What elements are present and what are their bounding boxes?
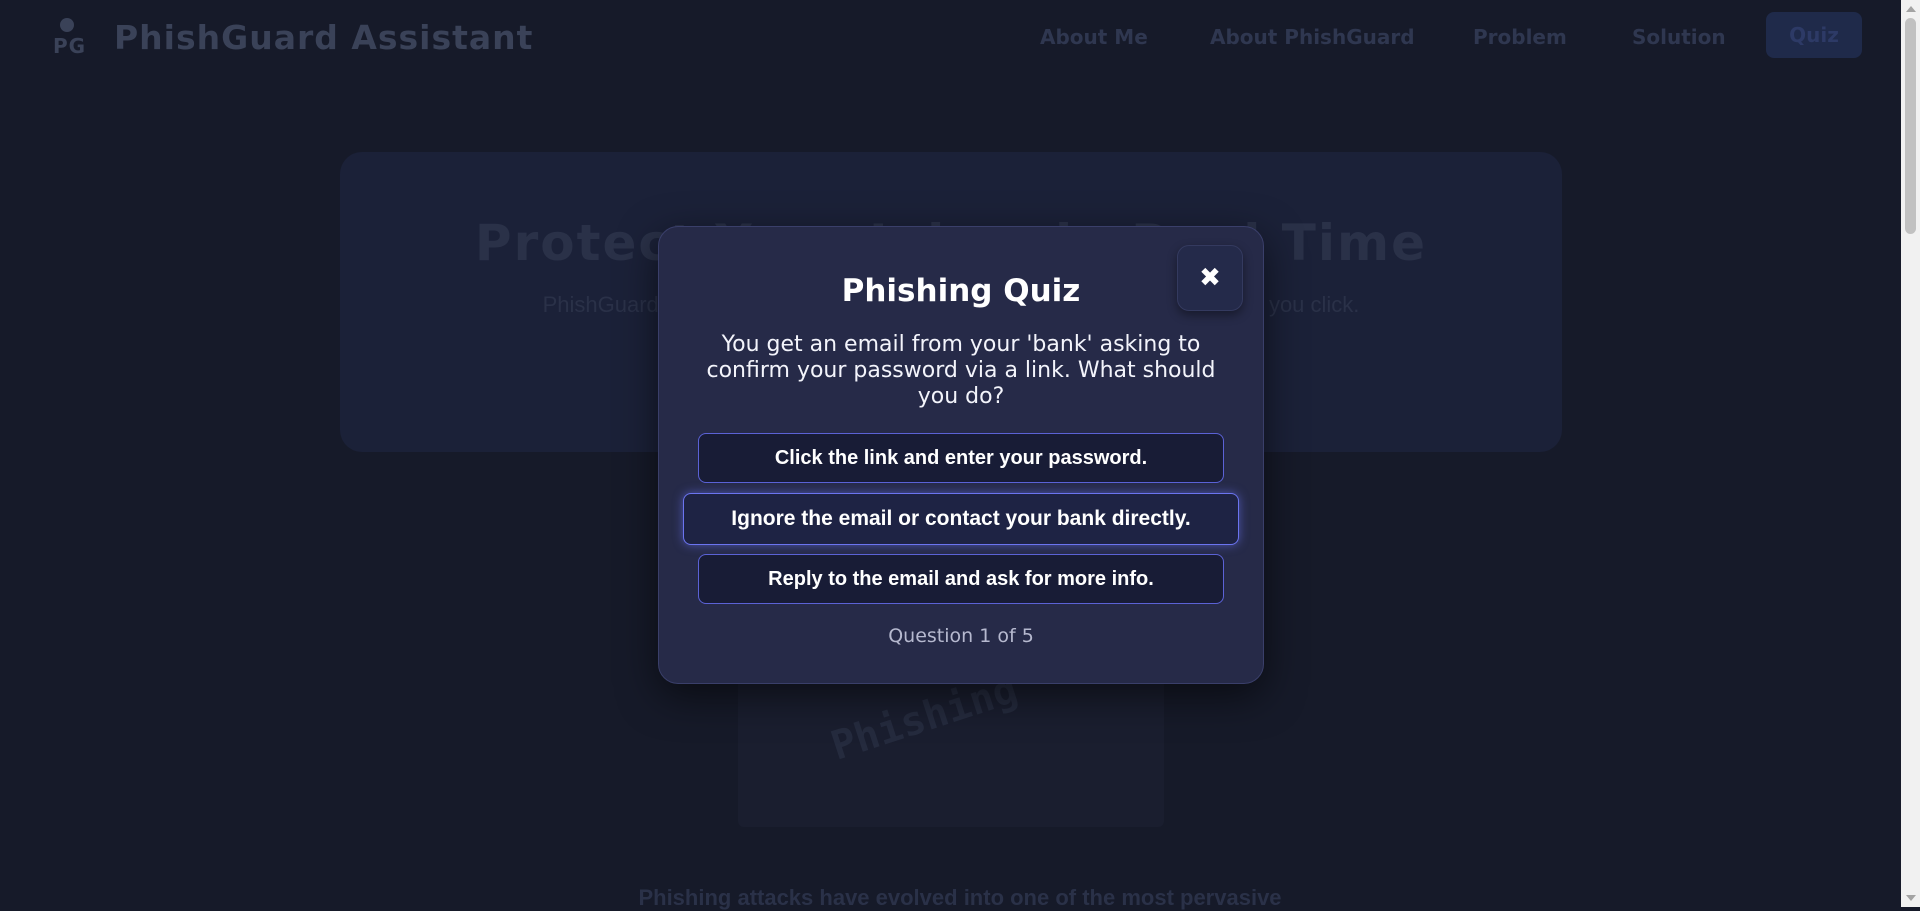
logo[interactable]: PG [48, 14, 88, 60]
nav-link-about-me[interactable]: About Me [1040, 25, 1148, 49]
logo-text: PG [53, 34, 87, 58]
brand-name[interactable]: PhishGuard Assistant [114, 18, 533, 57]
scrollbar[interactable] [1901, 0, 1920, 907]
navbar: PG PhishGuard Assistant About Me About P… [0, 0, 1900, 78]
logo-dot-icon [60, 18, 74, 32]
nav-link-solution[interactable]: Solution [1632, 25, 1726, 49]
nav-link-problem[interactable]: Problem [1473, 25, 1567, 49]
quiz-modal: ✖ Phishing Quiz You get an email from yo… [658, 226, 1264, 684]
quiz-title: Phishing Quiz [841, 273, 1081, 309]
scroll-thumb[interactable] [1905, 18, 1916, 234]
intro-paragraph: Phishing attacks have evolved into one o… [638, 885, 1282, 910]
quiz-option-2[interactable]: Ignore the email or contact your bank di… [683, 493, 1239, 545]
nav-link-about-phishguard[interactable]: About PhishGuard [1210, 25, 1415, 49]
scroll-up-arrow-icon[interactable] [1906, 6, 1916, 12]
quiz-option-1[interactable]: Click the link and enter your password. [698, 433, 1224, 483]
scroll-down-arrow-icon[interactable] [1906, 895, 1916, 901]
nav-quiz-button[interactable]: Quiz [1766, 12, 1862, 58]
quiz-option-3[interactable]: Reply to the email and ask for more info… [698, 554, 1224, 604]
quiz-question: You get an email from your 'bank' asking… [706, 332, 1216, 409]
quiz-progress: Question 1 of 5 [888, 625, 1034, 647]
